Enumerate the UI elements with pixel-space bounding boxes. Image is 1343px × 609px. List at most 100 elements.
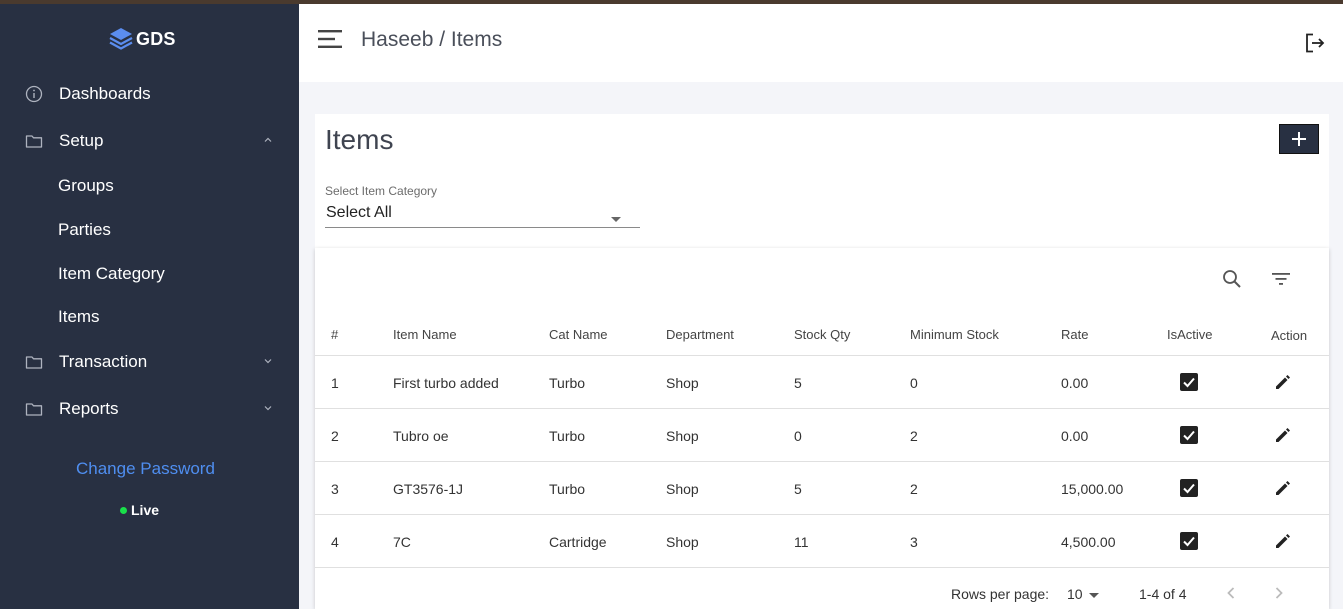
folder-icon bbox=[25, 135, 43, 148]
edit-pencil-icon[interactable] bbox=[1273, 425, 1293, 445]
cell-department: Shop bbox=[666, 375, 699, 391]
plus-icon bbox=[1292, 132, 1306, 146]
dropdown-arrow-icon bbox=[611, 217, 621, 222]
layers-logo-icon bbox=[109, 28, 133, 50]
cell-cat-name: Cartridge bbox=[549, 534, 607, 550]
column-header-department[interactable]: Department bbox=[666, 327, 734, 342]
sidebar-item-label: Transaction bbox=[59, 352, 148, 371]
column-header-item-name[interactable]: Item Name bbox=[393, 327, 457, 342]
chevron-up-icon bbox=[264, 137, 272, 142]
brand-name: GDS bbox=[136, 28, 176, 49]
cell-cat-name: Turbo bbox=[549, 375, 586, 391]
sidebar-subitem-items[interactable]: Items bbox=[58, 307, 100, 327]
chevron-down-icon bbox=[264, 359, 272, 364]
page-title: Items bbox=[325, 124, 394, 155]
change-password-link[interactable]: Change Password bbox=[76, 459, 215, 479]
sidebar-item-reports[interactable]: Reports bbox=[0, 394, 299, 424]
isactive-checkbox[interactable] bbox=[1180, 373, 1198, 391]
cell-stock-qty: 5 bbox=[794, 375, 802, 391]
column-header-cat-name[interactable]: Cat Name bbox=[549, 327, 608, 342]
pagination-range: 1-4 of 4 bbox=[1139, 586, 1187, 602]
cell-rate: 15,000.00 bbox=[1061, 481, 1124, 497]
chevron-right-icon[interactable] bbox=[1269, 583, 1289, 603]
sidebar: GDS Dashboards Setup Groups Parties Item… bbox=[0, 4, 299, 609]
cell-stock-qty: 0 bbox=[794, 428, 802, 444]
column-header-action: Action bbox=[1271, 328, 1308, 343]
dropdown-arrow-icon bbox=[1089, 593, 1099, 598]
cell-number: 4 bbox=[331, 534, 339, 550]
chevron-left-icon[interactable] bbox=[1221, 583, 1241, 603]
sidebar-item-transaction[interactable]: Transaction bbox=[0, 347, 299, 377]
top-header: Haseeb / Items bbox=[299, 4, 1343, 82]
cell-minimum-stock: 3 bbox=[910, 534, 918, 550]
table-row: 2 Tubro oe Turbo Shop 0 2 0.00 bbox=[315, 408, 1329, 461]
column-header-number[interactable]: # bbox=[331, 327, 338, 342]
cell-department: Shop bbox=[666, 534, 699, 550]
sidebar-subitem-groups[interactable]: Groups bbox=[58, 176, 114, 196]
cell-department: Shop bbox=[666, 428, 699, 444]
filter-list-icon[interactable] bbox=[1270, 268, 1292, 290]
folder-icon bbox=[25, 403, 43, 416]
top-border bbox=[0, 0, 1343, 4]
breadcrumb: Haseeb / Items bbox=[361, 28, 503, 51]
chevron-down-icon bbox=[264, 406, 272, 411]
cell-department: Shop bbox=[666, 481, 699, 497]
isactive-checkbox[interactable] bbox=[1180, 426, 1198, 444]
sidebar-subitem-item-category[interactable]: Item Category bbox=[58, 264, 165, 284]
isactive-checkbox[interactable] bbox=[1180, 479, 1198, 497]
edit-pencil-icon[interactable] bbox=[1273, 478, 1293, 498]
sidebar-item-label: Dashboards bbox=[59, 84, 151, 103]
edit-pencil-icon[interactable] bbox=[1273, 531, 1293, 551]
cell-minimum-stock: 0 bbox=[910, 375, 918, 391]
cell-rate: 0.00 bbox=[1061, 375, 1089, 391]
cell-item-name: 7C bbox=[393, 534, 411, 550]
table-row: 3 GT3576-1J Turbo Shop 5 2 15,000.00 bbox=[315, 461, 1329, 514]
cell-minimum-stock: 2 bbox=[910, 428, 918, 444]
category-select-value: Select All bbox=[326, 204, 392, 221]
items-card: Items Select Item Category Select All # … bbox=[315, 114, 1329, 609]
column-header-rate[interactable]: Rate bbox=[1061, 327, 1088, 342]
cell-stock-qty: 5 bbox=[794, 481, 802, 497]
edit-pencil-icon[interactable] bbox=[1273, 372, 1293, 392]
search-icon[interactable] bbox=[1221, 268, 1243, 290]
table-row: 1 First turbo added Turbo Shop 5 0 0.00 bbox=[315, 355, 1329, 408]
brand-logo[interactable]: GDS bbox=[108, 26, 176, 52]
cell-item-name: GT3576-1J bbox=[393, 481, 464, 497]
cell-rate: 0.00 bbox=[1061, 428, 1089, 444]
rows-per-page-value: 10 bbox=[1067, 586, 1083, 602]
cell-stock-qty: 11 bbox=[794, 534, 809, 550]
add-item-button[interactable] bbox=[1279, 124, 1319, 154]
isactive-checkbox[interactable] bbox=[1180, 532, 1198, 550]
sidebar-item-setup[interactable]: Setup bbox=[0, 126, 299, 156]
hamburger-menu-icon[interactable] bbox=[318, 28, 344, 50]
live-status: Live bbox=[120, 502, 159, 518]
status-label: Live bbox=[131, 502, 160, 518]
status-dot-icon bbox=[120, 506, 127, 514]
sidebar-subitem-parties[interactable]: Parties bbox=[58, 220, 111, 240]
cell-minimum-stock: 2 bbox=[910, 481, 918, 497]
category-select[interactable]: Select All bbox=[325, 203, 640, 228]
rows-per-page-label: Rows per page: bbox=[951, 586, 1050, 602]
logout-icon[interactable] bbox=[1304, 32, 1326, 54]
cell-number: 3 bbox=[331, 481, 339, 497]
cell-number: 2 bbox=[331, 428, 339, 444]
cell-item-name: Tubro oe bbox=[393, 428, 449, 444]
sidebar-item-label: Reports bbox=[59, 399, 119, 418]
cell-item-name: First turbo added bbox=[393, 375, 499, 391]
rows-per-page-select[interactable]: 10 bbox=[1067, 584, 1103, 604]
cell-cat-name: Turbo bbox=[549, 481, 586, 497]
cell-cat-name: Turbo bbox=[549, 428, 586, 444]
column-header-minimum-stock[interactable]: Minimum Stock bbox=[910, 327, 999, 342]
info-circle-icon bbox=[25, 85, 43, 103]
sidebar-item-dashboards[interactable]: Dashboards bbox=[0, 79, 299, 109]
category-select-label: Select Item Category bbox=[325, 184, 438, 198]
items-table: # Item Name Cat Name Department Stock Qt… bbox=[315, 248, 1329, 609]
sidebar-item-label: Setup bbox=[59, 131, 104, 150]
column-header-isactive[interactable]: IsActive bbox=[1167, 327, 1213, 342]
cell-rate: 4,500.00 bbox=[1061, 534, 1116, 550]
table-pagination: Rows per page: 10 1-4 of 4 bbox=[315, 567, 1329, 609]
cell-number: 1 bbox=[331, 375, 339, 391]
table-row: 4 7C Cartridge Shop 11 3 4,500.00 bbox=[315, 514, 1329, 567]
folder-icon bbox=[25, 356, 43, 369]
column-header-stock-qty[interactable]: Stock Qty bbox=[794, 327, 850, 342]
